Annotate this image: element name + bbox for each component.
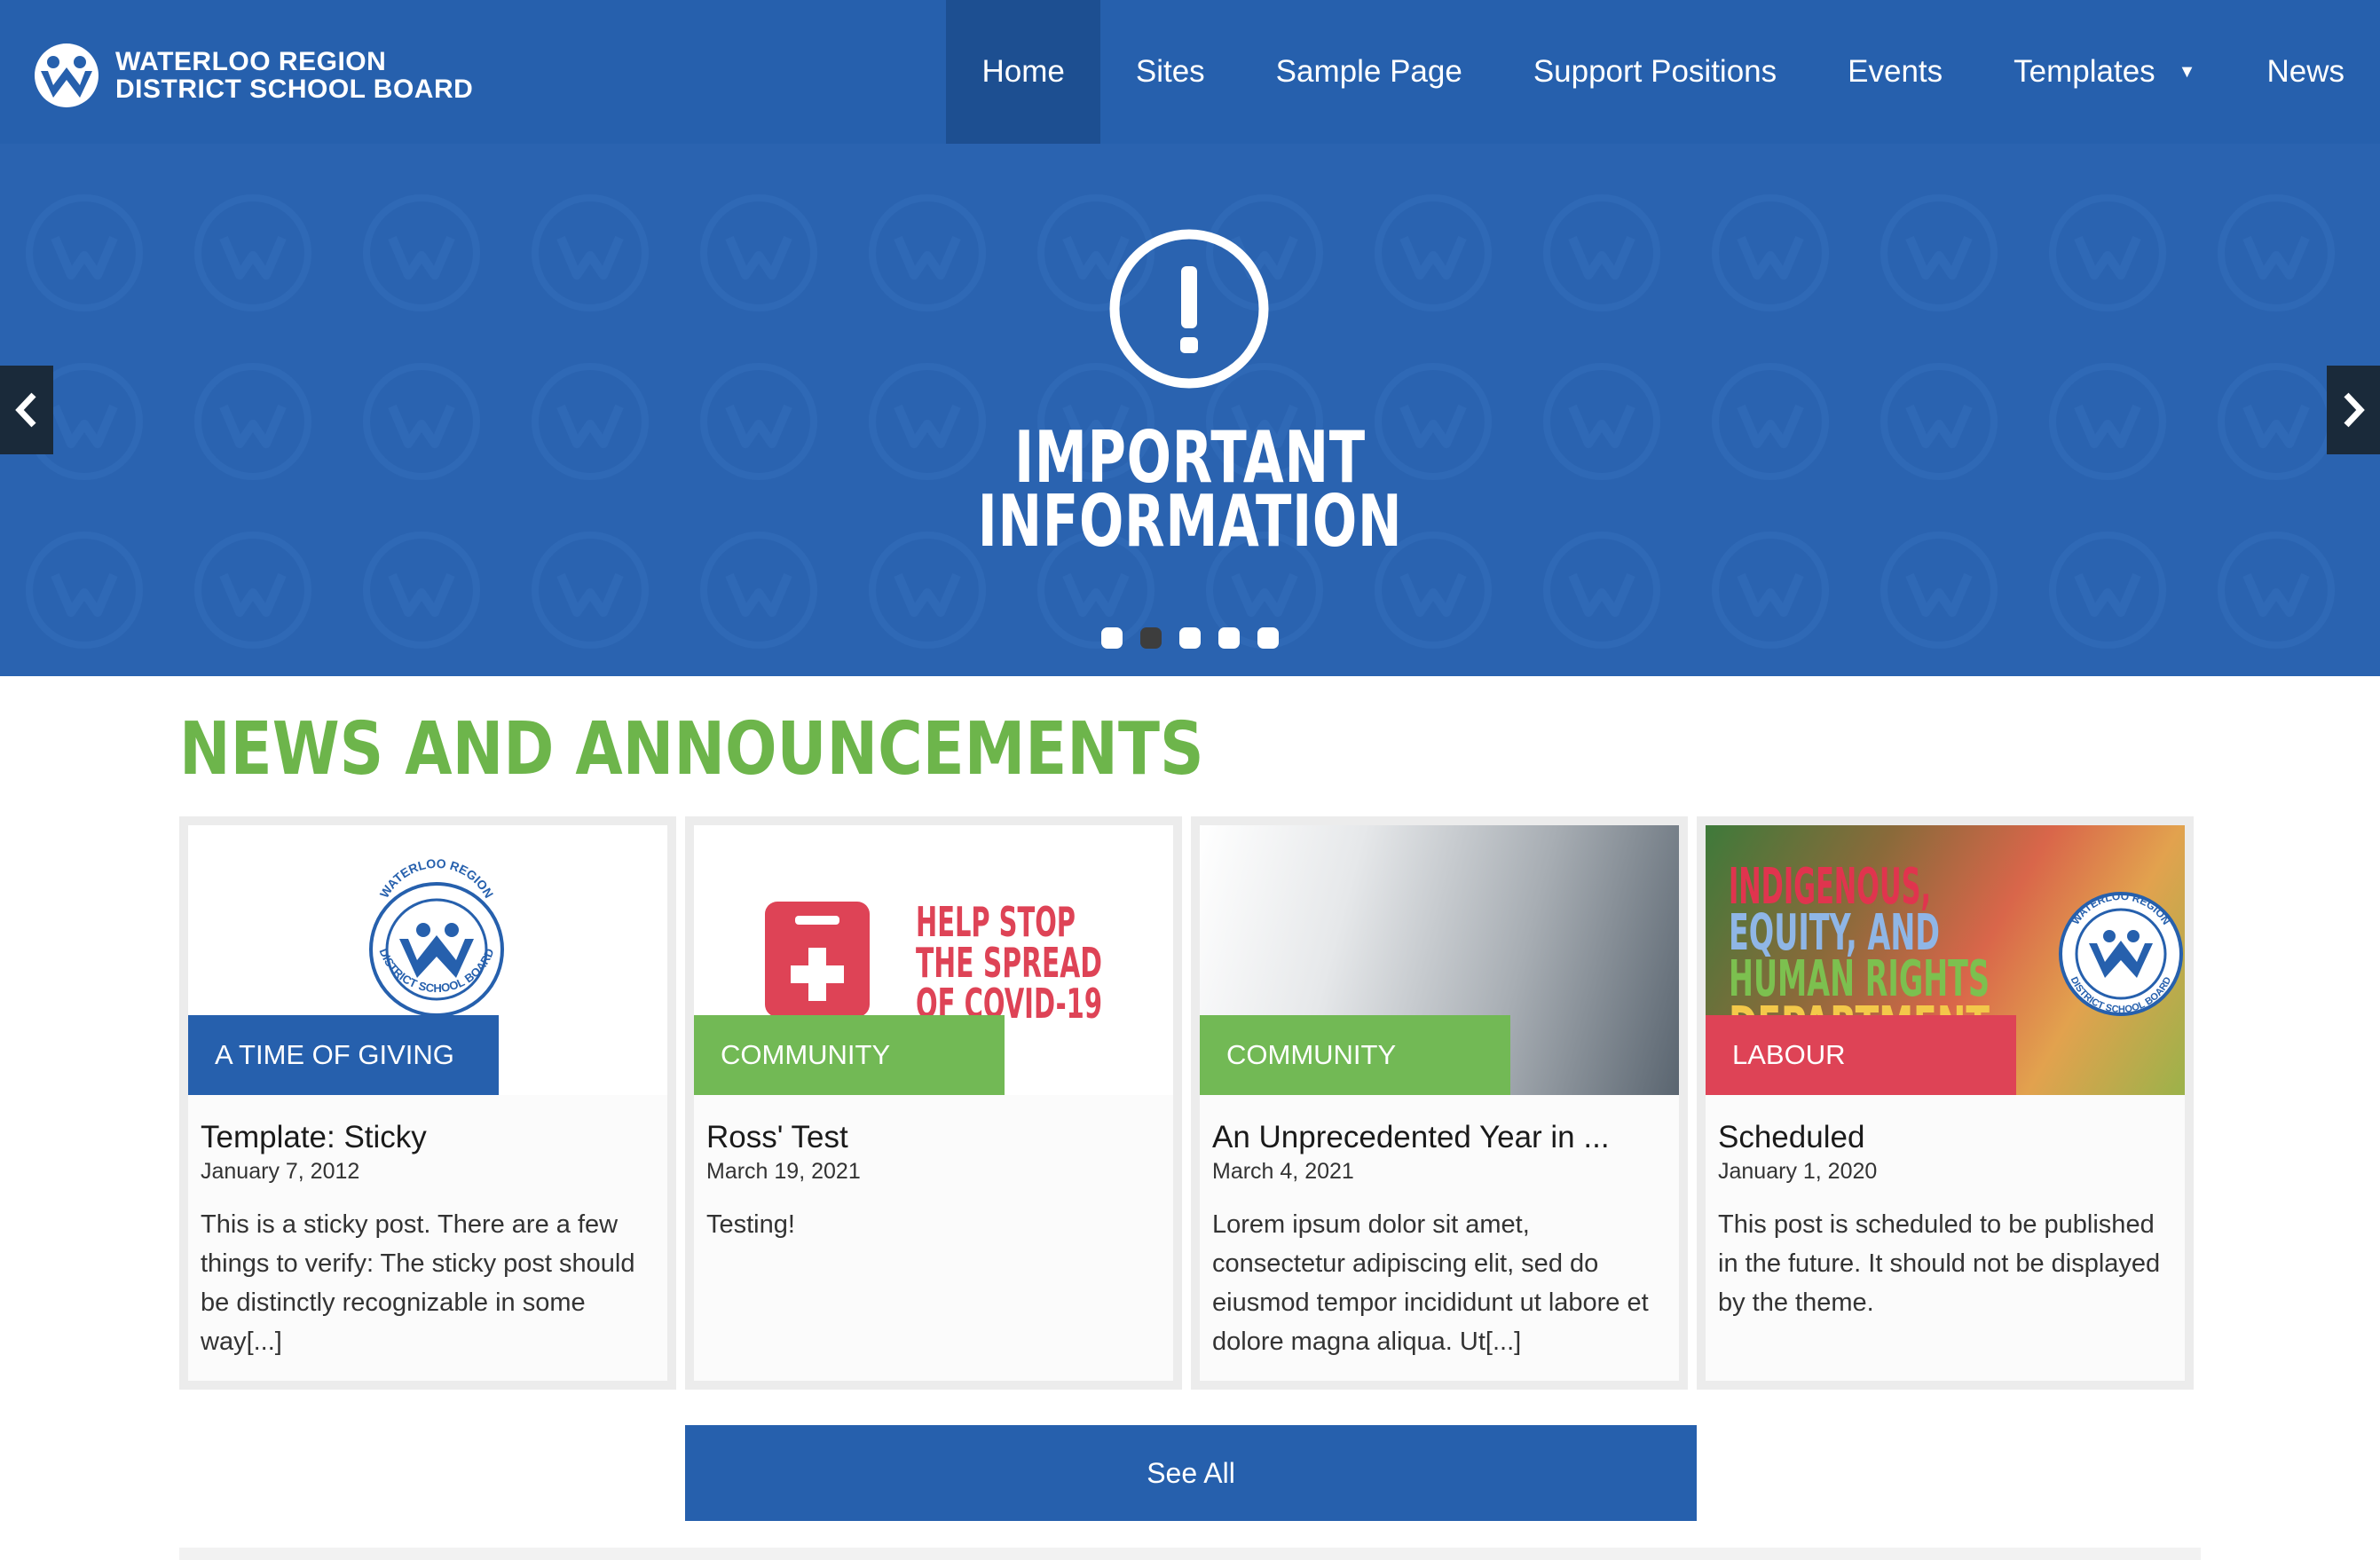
- nav-item-label: Events: [1848, 54, 1943, 89]
- site-logo[interactable]: WATERLOO REGION DISTRICT SCHOOL BOARD: [34, 43, 473, 108]
- slider-dots: [1101, 627, 1296, 649]
- slider-next-button[interactable]: [2327, 366, 2380, 454]
- exclamation-circle-icon: [1109, 229, 1269, 389]
- hero-title: IMPORTANT INFORMATION: [310, 422, 2071, 563]
- section-divider: [179, 1548, 2201, 1560]
- card-category[interactable]: COMMUNITY: [694, 1015, 1005, 1095]
- news-card[interactable]: HELP STOP THE SPREAD OF COVID-19 COMMUNI…: [685, 816, 1182, 1390]
- main-nav: Home Sites Sample Page Support Positions…: [946, 0, 2380, 144]
- nav-item-news[interactable]: News: [2231, 0, 2380, 144]
- card-image: COMMUNITY: [1200, 825, 1679, 1095]
- slider-prev-button[interactable]: [0, 366, 53, 454]
- card-title[interactable]: Template: Sticky: [201, 1120, 655, 1155]
- nav-item-label: Sites: [1135, 54, 1205, 89]
- nav-item-label: Templates: [2014, 54, 2155, 89]
- site-name-line1: WATERLOO REGION: [115, 47, 387, 76]
- card-excerpt: Testing!: [706, 1210, 795, 1239]
- slider-dot-3[interactable]: [1179, 627, 1201, 649]
- card-excerpt: This post is scheduled to be published i…: [1718, 1210, 2161, 1317]
- card-body: An Unprecedented Year in ... March 4, 20…: [1200, 1095, 1679, 1361]
- site-header: WATERLOO REGION DISTRICT SCHOOL BOARD Ho…: [0, 0, 2380, 144]
- news-cards: WATERLOO REGION DISTRICT SCHOOL BOARD A …: [179, 816, 2203, 1390]
- nav-item-sites[interactable]: Sites: [1100, 0, 1241, 144]
- slider-dot-1[interactable]: [1101, 627, 1123, 649]
- card-category[interactable]: LABOUR: [1706, 1015, 2016, 1095]
- news-card[interactable]: INDIGENOUS, EQUITY, AND HUMAN RIGHTS DEP…: [1697, 816, 2194, 1390]
- section-title: NEWS AND ANNOUNCEMENTS: [179, 707, 1204, 792]
- card-title[interactable]: An Unprecedented Year in ...: [1212, 1120, 1667, 1155]
- nav-item-templates[interactable]: Templates ▼: [1978, 0, 2231, 144]
- card-image: WATERLOO REGION DISTRICT SCHOOL BOARD A …: [188, 825, 667, 1095]
- nav-item-label: Support Positions: [1533, 54, 1777, 89]
- nav-item-label: Sample Page: [1275, 54, 1462, 89]
- card-body: Template: Sticky January 7, 2012 This is…: [188, 1095, 667, 1361]
- hero-title-line2: INFORMATION: [977, 480, 1403, 563]
- card-excerpt: This is a sticky post. There are a few t…: [201, 1210, 635, 1356]
- chevron-right-icon: [2344, 392, 2365, 428]
- chevron-left-icon: [15, 392, 36, 428]
- card-title[interactable]: Ross' Test: [706, 1120, 1161, 1155]
- slider-dot-4[interactable]: [1218, 627, 1240, 649]
- card-image: INDIGENOUS, EQUITY, AND HUMAN RIGHTS DEP…: [1706, 825, 2185, 1095]
- card-date: January 1, 2020: [1718, 1159, 1878, 1184]
- card-date: March 4, 2021: [1212, 1159, 1354, 1184]
- card-category[interactable]: COMMUNITY: [1200, 1015, 1510, 1095]
- nav-item-label: Home: [981, 54, 1065, 89]
- nav-item-label: News: [2266, 54, 2345, 89]
- card-date: January 7, 2012: [201, 1159, 360, 1184]
- see-all-button[interactable]: See All: [685, 1425, 1697, 1521]
- site-name-line2: DISTRICT SCHOOL BOARD: [115, 75, 474, 104]
- card-body: Scheduled January 1, 2020 This post is s…: [1706, 1095, 2185, 1322]
- card-image: HELP STOP THE SPREAD OF COVID-19 COMMUNI…: [694, 825, 1173, 1095]
- card-excerpt: Lorem ipsum dolor sit amet, consectetur …: [1212, 1210, 1649, 1356]
- nav-item-home[interactable]: Home: [946, 0, 1100, 144]
- slider-dot-5[interactable]: [1257, 627, 1279, 649]
- wrdsb-logo-icon: [35, 43, 99, 107]
- site-name: WATERLOO REGION DISTRICT SCHOOL BOARD: [115, 48, 473, 103]
- wrdsb-seal-logo: WATERLOO REGION DISTRICT SCHOOL BOARD: [2059, 890, 2183, 1016]
- card-date: March 19, 2021: [706, 1159, 861, 1184]
- news-card[interactable]: COMMUNITY An Unprecedented Year in ... M…: [1191, 816, 1688, 1390]
- news-card[interactable]: WATERLOO REGION DISTRICT SCHOOL BOARD A …: [179, 816, 676, 1390]
- caret-down-icon: ▼: [2178, 61, 2196, 82]
- card-body: Ross' Test March 19, 2021 Testing!: [694, 1095, 1173, 1244]
- card-title[interactable]: Scheduled: [1718, 1120, 2172, 1155]
- nav-item-events[interactable]: Events: [1812, 0, 1978, 144]
- nav-item-sample-page[interactable]: Sample Page: [1241, 0, 1498, 144]
- card-category[interactable]: A TIME OF GIVING: [188, 1015, 499, 1095]
- nav-item-support-positions[interactable]: Support Positions: [1498, 0, 1812, 144]
- slider-dot-2[interactable]: [1140, 627, 1162, 649]
